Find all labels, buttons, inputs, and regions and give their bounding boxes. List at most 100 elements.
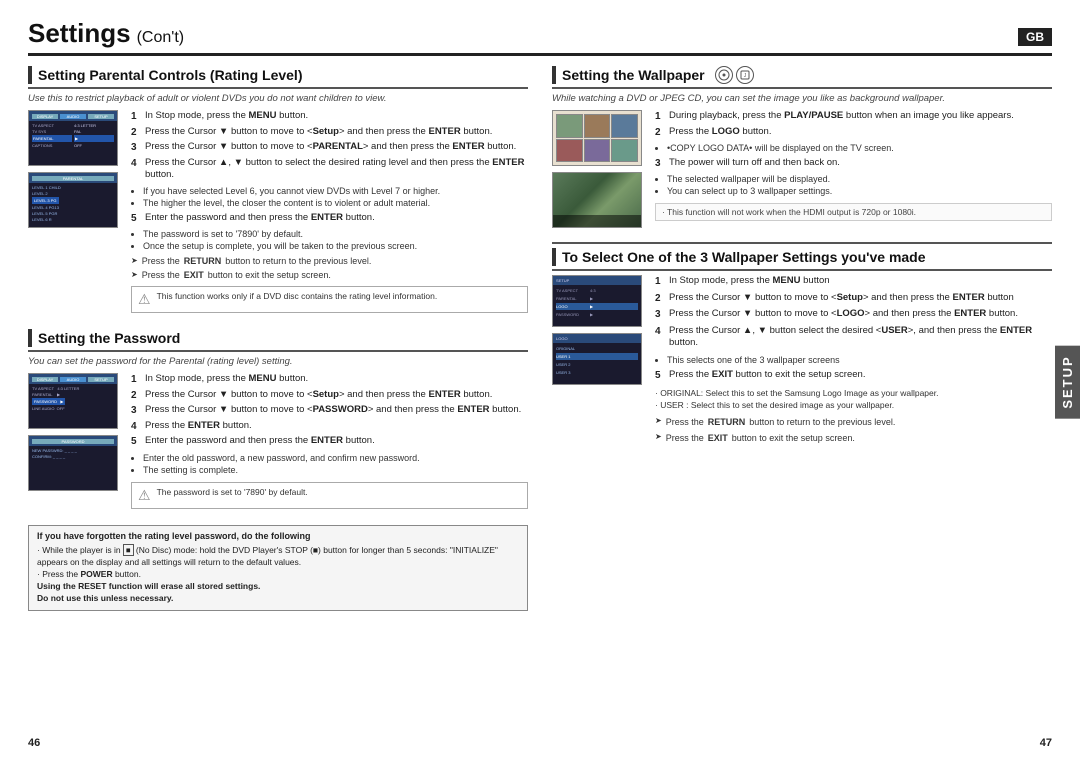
- step-1: 1 During playback, press the PLAY/PAUSE …: [655, 110, 1052, 124]
- select-wallpaper-title: To Select One of the 3 Wallpaper Setting…: [562, 249, 926, 265]
- exit-note: Press the EXIT button to exit the setup …: [655, 432, 1052, 444]
- page-header: Settings (Con't) GB: [28, 18, 1052, 56]
- parental-controls-body: DISPLAY AUDIO SETUP TV ASPECT4:3 LETTER …: [28, 110, 528, 313]
- bullet-item: You can select up to 3 wallpaper setting…: [667, 186, 1052, 198]
- step-4: 4 Press the Cursor ▲, ▼ button select th…: [655, 325, 1052, 351]
- exit-note: Press the EXIT button to exit the setup …: [131, 270, 528, 280]
- step-2: 2 Press the Cursor ▼ button to move to <…: [131, 126, 528, 140]
- step-2: 2 Press the Cursor ▼ button to move to <…: [131, 389, 528, 403]
- step-1: 1 In Stop mode, press the MENU button: [655, 275, 1052, 289]
- screen-row: TV ASPECT4:3 LETTER: [32, 123, 114, 128]
- step-3: 3 Press the Cursor ▼ button to move to <…: [655, 308, 1052, 322]
- caution-text: This function works only if a DVD disc c…: [157, 291, 438, 301]
- parental-steps: 1 In Stop mode, press the MENU button. 2…: [131, 110, 528, 313]
- step-5: 5 Enter the password and then press the …: [131, 212, 528, 226]
- password-steps: 1 In Stop mode, press the MENU button. 2…: [131, 373, 528, 509]
- step-2: 2 Press the Cursor ▼ button to move to <…: [655, 292, 1052, 306]
- screen-rows: NEW PASSWRD: _ _ _ _ CONFIRM: _ _ _ _: [29, 446, 117, 490]
- step-3: 3 Press the Cursor ▼ button to move to <…: [131, 404, 528, 418]
- page: Settings (Con't) GB Setting Parental Con…: [0, 0, 1080, 763]
- screen-row-hl: LEVEL 3 PG: [32, 197, 114, 204]
- page-num-right: 47: [1040, 737, 1052, 749]
- pwd-caution: ⚠ The password is set to '7890' by defau…: [131, 482, 528, 509]
- select-wallpaper-steps: 1 In Stop mode, press the MENU button 2 …: [655, 275, 1052, 444]
- wallpaper-thumb-img: [552, 110, 642, 166]
- right-column: Setting the Wallpaper J While watching a…: [552, 66, 1052, 731]
- step-2: 2 Press the LOGO button.: [655, 126, 1052, 140]
- bullets-3: The selected wallpaper will be displayed…: [655, 174, 1052, 197]
- wallpaper-note-text: · This function will not work when the H…: [662, 207, 916, 217]
- wallpaper-section: Setting the Wallpaper J While watching a…: [552, 66, 1052, 228]
- screen-row: PARENTAL ▶: [32, 392, 114, 397]
- bullet-item: Enter the old password, a new password, …: [143, 453, 528, 465]
- screen-row: LEVEL 2: [32, 191, 114, 196]
- bullet-item: If you have selected Level 6, you cannot…: [143, 186, 528, 198]
- content-columns: Setting Parental Controls (Rating Level)…: [28, 66, 1052, 731]
- menu-bar: DISPLAY AUDIO SETUP: [29, 374, 117, 384]
- screen-row: TV ASPECT 4:3 LETTER: [32, 386, 114, 391]
- step-1: 1 In Stop mode, press the MENU button.: [131, 110, 528, 124]
- screen-row: NEW PASSWRD: _ _ _ _: [32, 448, 114, 453]
- caution-box: ⚠ This function works only if a DVD disc…: [131, 286, 528, 313]
- page-numbers: 46 47: [28, 737, 1052, 749]
- menu-dot: DISPLAY: [32, 377, 58, 382]
- menu-bar-1: DISPLAY AUDIO SETUP: [29, 111, 117, 121]
- ms2-row: PARENTAL▶: [556, 295, 638, 302]
- bullet-item: The password is set to '7890' by default…: [143, 229, 528, 241]
- screen-row: LEVEL 6 R: [32, 217, 114, 222]
- parental-controls-subtitle: Use this to restrict playback of adult o…: [28, 93, 528, 104]
- section-bar-icon: [552, 66, 556, 84]
- return-note: Press the RETURN button to return to the…: [131, 256, 528, 266]
- screen-row-hl: PASSWORD ▶: [32, 398, 114, 405]
- menu-dot: DISPLAY: [32, 114, 58, 119]
- title-cont: (Con't): [137, 29, 185, 47]
- screen-row: TV SYSPAL: [32, 129, 114, 134]
- ms2-row: TV ASPECT4:3: [556, 287, 638, 294]
- menu-dot: PASSWORD: [32, 439, 114, 444]
- section-bar-icon: [28, 329, 32, 347]
- svg-text:J: J: [743, 73, 746, 79]
- ms2-bar-text: LOGO: [556, 336, 568, 341]
- bullet-item: •COPY LOGO DATA• will be displayed on th…: [667, 143, 1052, 155]
- setup-tab: SETUP: [1055, 345, 1080, 418]
- password-header: Setting the Password: [28, 329, 528, 352]
- thumb-cell: [611, 114, 638, 138]
- screen-row: CAPTIONSOFF: [32, 143, 114, 148]
- step-4: 4 Press the ENTER button.: [131, 420, 528, 434]
- parental-screen-2: PARENTAL LEVEL 1 CHILD LEVEL 2 LEVEL 3 P…: [28, 172, 118, 228]
- menu-dot: PARENTAL: [32, 176, 114, 181]
- screen-rows-2: LEVEL 1 CHILD LEVEL 2 LEVEL 3 PG LEVEL 4…: [29, 183, 117, 227]
- bullet-item: This selects one of the 3 wallpaper scre…: [667, 355, 1052, 367]
- screen-row-hl: PARENTAL▶: [32, 135, 114, 142]
- photo-screen: [552, 172, 642, 228]
- ms2-row: USER 3: [556, 369, 638, 376]
- ms2-bar: SETUP: [553, 276, 641, 285]
- select-screen-2: LOGO ORIGINAL USER 1 USER 2 USER 3: [552, 333, 642, 385]
- step-5: 5 Enter the password and then press the …: [131, 435, 528, 449]
- section-bar-icon: [28, 66, 32, 84]
- bullets-2: •COPY LOGO DATA• will be displayed on th…: [655, 143, 1052, 155]
- ms2-row: USER 2: [556, 361, 638, 368]
- thumb-cell: [584, 114, 611, 138]
- wallpaper-header: Setting the Wallpaper J: [552, 66, 1052, 89]
- password-screen-2: PASSWORD NEW PASSWRD: _ _ _ _ CONFIRM: _…: [28, 435, 118, 491]
- wallpaper-images: [552, 110, 647, 228]
- parental-controls-header: Setting Parental Controls (Rating Level): [28, 66, 528, 89]
- password-section: Setting the Password You can set the pas…: [28, 329, 528, 509]
- thumb-grid: [553, 111, 641, 165]
- screen-rows: TV ASPECT 4:3 LETTER PARENTAL ▶ PASSWORD…: [29, 384, 117, 428]
- warning-title: If you have forgotten the rating level p…: [37, 531, 519, 541]
- select-wallpaper-images: SETUP TV ASPECT4:3 PARENTAL▶ LOGO▶ PASSW…: [552, 275, 647, 444]
- parental-controls-section: Setting Parental Controls (Rating Level)…: [28, 66, 528, 313]
- wallpaper-icons: J: [715, 66, 754, 84]
- menu-dot-b: SETUP: [88, 377, 114, 382]
- select-wallpaper-body: SETUP TV ASPECT4:3 PARENTAL▶ LOGO▶ PASSW…: [552, 275, 1052, 444]
- return-note: Press the RETURN button to return to the…: [655, 416, 1052, 428]
- bullet-item: The selected wallpaper will be displayed…: [667, 174, 1052, 186]
- password-subtitle: You can set the password for the Parenta…: [28, 356, 528, 367]
- dvd-icon: [715, 66, 733, 84]
- title-text: Settings: [28, 18, 131, 49]
- thumb-cell: [611, 139, 638, 163]
- thumb-cell: [556, 114, 583, 138]
- screen-row: LEVEL 1 CHILD: [32, 185, 114, 190]
